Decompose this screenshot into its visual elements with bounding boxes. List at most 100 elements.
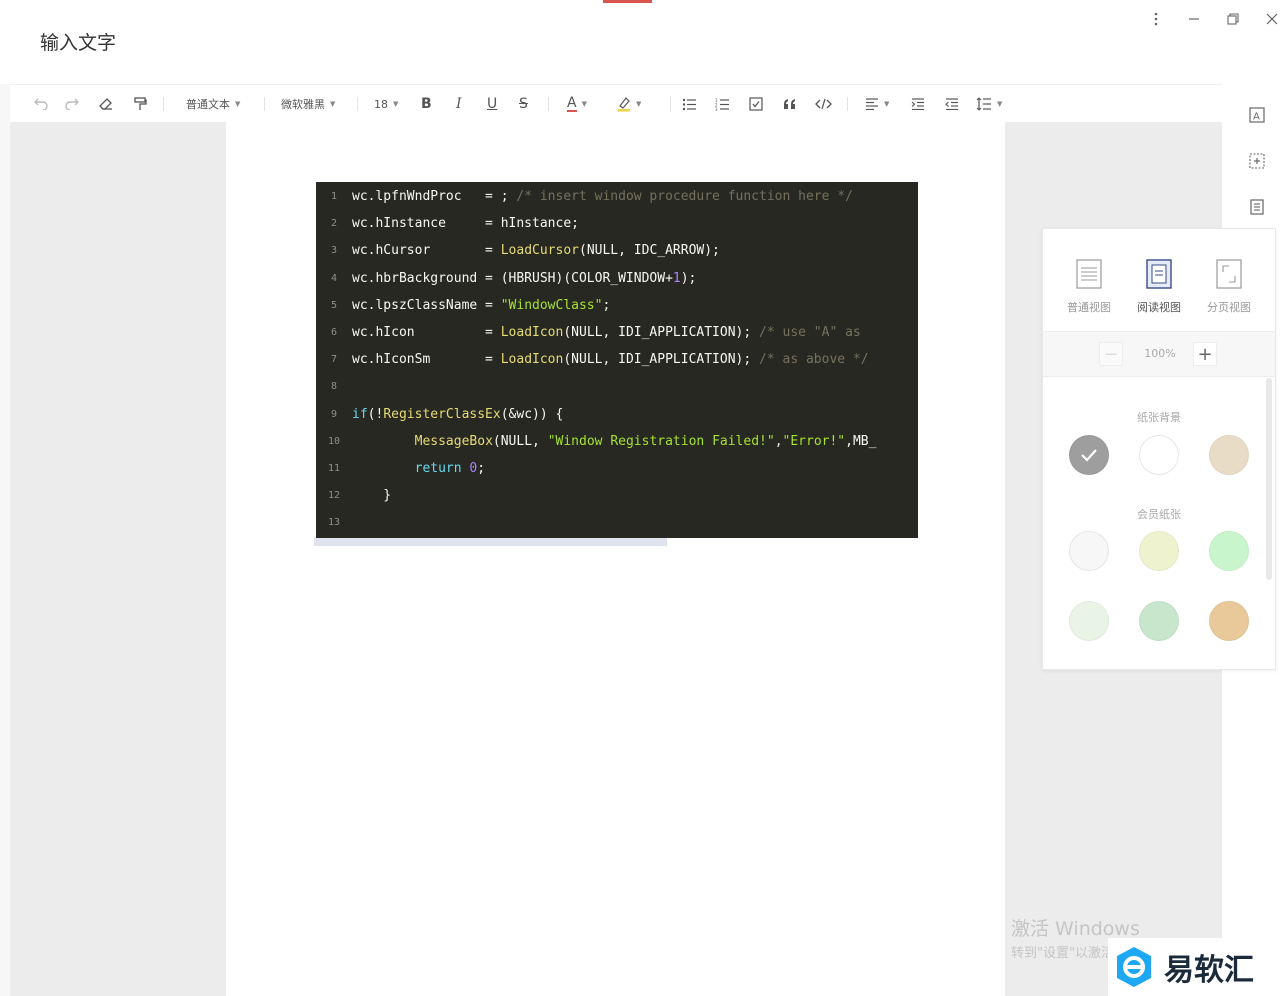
- more-vertical-icon[interactable]: [1145, 8, 1167, 30]
- checklist-icon[interactable]: [749, 94, 763, 114]
- code-line[interactable]: 1 wc.lpfnWndProc = ; /* insert window pro…: [316, 183, 918, 210]
- panel-scrollbar[interactable]: [1266, 378, 1272, 580]
- indent-increase-icon[interactable]: [911, 94, 925, 114]
- line-number: 6: [330, 327, 338, 338]
- quote-icon[interactable]: [783, 94, 797, 114]
- code-block-icon[interactable]: [815, 94, 832, 114]
- italic-button[interactable]: I: [456, 94, 462, 114]
- code-text: return 0;: [414, 461, 486, 476]
- accent-bar: [603, 0, 652, 3]
- code-line[interactable]: 10 MessageBox(NULL, "Window Registration…: [316, 428, 918, 455]
- paper-background-label: 纸张背景: [1137, 411, 1181, 424]
- code-line[interactable]: 4 wc.hbrBackground = (HBRUSH)(COLOR_WINDO…: [316, 265, 918, 292]
- view-option-paged[interactable]: 分页视图: [1194, 259, 1264, 315]
- paragraph-style-value: 普通文本: [186, 98, 230, 111]
- line-number: 4: [330, 272, 338, 284]
- strikethrough-button[interactable]: S: [519, 94, 528, 114]
- close-icon[interactable]: [1261, 8, 1280, 30]
- code-text: wc.lpfnWndProc = ; /* insert window proc…: [352, 189, 853, 204]
- line-number: 12: [327, 490, 341, 502]
- line-height-icon: [976, 97, 991, 111]
- bold-button[interactable]: B: [421, 94, 432, 114]
- undo-icon[interactable]: [32, 94, 48, 114]
- member-paper-label: 会员纸张: [1137, 508, 1181, 521]
- paragraph-style-select[interactable]: 普通文本 ▼: [186, 94, 240, 114]
- member-paper-swatch[interactable]: [1209, 531, 1249, 571]
- text-style-icon[interactable]: A: [1248, 106, 1266, 124]
- brand-logo: 易软汇: [1108, 938, 1280, 996]
- line-number: 9: [330, 408, 338, 420]
- underline-button[interactable]: U: [487, 94, 497, 114]
- zoom-out-button[interactable]: −: [1099, 342, 1123, 366]
- numbered-list-icon[interactable]: 123: [715, 94, 730, 114]
- code-text: wc.lpszClassName = "WindowClass";: [352, 297, 611, 313]
- insert-block-icon[interactable]: [1248, 152, 1266, 170]
- code-line[interactable]: 13: [316, 509, 918, 536]
- font-size-select[interactable]: 18 ▼: [374, 94, 398, 114]
- zoom-in-button[interactable]: +: [1193, 342, 1217, 366]
- code-line[interactable]: 3 wc.hCursor = LoadCursor(NULL, IDC_ARROW…: [316, 237, 918, 264]
- format-painter-icon[interactable]: [133, 94, 147, 114]
- font-color-button[interactable]: A ▼: [567, 94, 587, 114]
- line-number: 7: [330, 354, 338, 366]
- indent-decrease-icon[interactable]: [945, 94, 959, 114]
- chevron-down-icon: ▼: [330, 100, 336, 108]
- chevron-down-icon: ▼: [393, 100, 399, 108]
- svg-text:A: A: [1253, 112, 1260, 123]
- restore-icon[interactable]: [1222, 8, 1244, 30]
- line-number: 2: [330, 218, 338, 230]
- check-icon: [1081, 449, 1097, 462]
- eraser-icon[interactable]: [99, 94, 113, 114]
- brand-logo-icon: [1117, 947, 1151, 987]
- reading-view-icon: [1146, 259, 1172, 289]
- line-height-button[interactable]: ▼: [976, 94, 1002, 114]
- bullet-list-icon[interactable]: [682, 94, 697, 114]
- code-line[interactable]: 5 wc.lpszClassName = "WindowClass";: [316, 292, 918, 319]
- view-option-reading[interactable]: 阅读视图: [1124, 259, 1194, 315]
- page-view-icon[interactable]: [1248, 198, 1266, 216]
- code-line[interactable]: 9 if(!RegisterClassEx(&wc)) {: [316, 401, 918, 428]
- font-color-label: A: [567, 95, 577, 112]
- chevron-down-icon: ▼: [581, 100, 587, 108]
- document-title[interactable]: 输入文字: [40, 28, 116, 55]
- activation-watermark-title: 激活 Windows: [1011, 918, 1140, 940]
- code-text: }: [352, 488, 392, 504]
- title-bar: 输入文字: [0, 0, 1280, 84]
- paper-background-swatch[interactable]: [1209, 435, 1249, 475]
- member-paper-swatch[interactable]: [1139, 531, 1179, 571]
- minimize-icon[interactable]: [1183, 8, 1205, 30]
- member-paper-swatch[interactable]: [1209, 601, 1249, 641]
- highlighter-icon: [618, 97, 630, 112]
- code-line[interactable]: 2 wc.hInstance = hInstance;: [316, 210, 918, 237]
- editor-toolbar: 普通文本 ▼ 微软雅黑 ▼ 18 ▼ B I U S A ▼ ▼ 123 ▼ ▼: [10, 84, 1222, 122]
- toolbar-divider: [670, 97, 671, 111]
- toolbar-divider: [548, 97, 549, 111]
- member-paper-swatch[interactable]: [1069, 601, 1109, 641]
- view-label: 普通视图: [1067, 301, 1111, 314]
- code-line[interactable]: 8: [316, 373, 918, 400]
- toolbar-divider: [264, 97, 265, 111]
- view-label: 分页视图: [1207, 301, 1251, 314]
- highlight-color-button[interactable]: ▼: [617, 94, 641, 114]
- toolbar-divider: [847, 97, 848, 111]
- code-line[interactable]: 6 wc.hIcon = LoadIcon(NULL, IDI_APPLICATI…: [316, 319, 918, 346]
- paper-background-swatch[interactable]: [1139, 435, 1179, 475]
- code-block-selection: [314, 538, 667, 546]
- code-line[interactable]: 7 wc.hIconSm = LoadIcon(NULL, IDI_APPLICA…: [316, 346, 918, 373]
- chevron-down-icon: ▼: [235, 100, 241, 108]
- redo-icon[interactable]: [65, 94, 81, 114]
- view-option-normal[interactable]: 普通视图: [1054, 259, 1124, 315]
- code-line[interactable]: 12 }: [316, 482, 918, 509]
- paper-background-swatch[interactable]: [1069, 435, 1109, 475]
- member-paper-swatch[interactable]: [1139, 601, 1179, 641]
- view-label: 阅读视图: [1137, 301, 1181, 314]
- code-line[interactable]: 11 return 0;: [316, 455, 918, 482]
- line-number: 3: [330, 245, 338, 257]
- member-paper-swatch[interactable]: [1069, 531, 1109, 571]
- align-button[interactable]: ▼: [865, 94, 889, 114]
- code-block[interactable]: 1 wc.lpfnWndProc = ; /* insert window pro…: [316, 182, 918, 538]
- font-family-select[interactable]: 微软雅黑 ▼: [281, 94, 335, 114]
- code-text: wc.hIcon = LoadIcon(NULL, IDI_APPLICATIO…: [352, 325, 861, 340]
- chevron-down-icon: ▼: [636, 100, 642, 108]
- line-number: 11: [327, 463, 341, 474]
